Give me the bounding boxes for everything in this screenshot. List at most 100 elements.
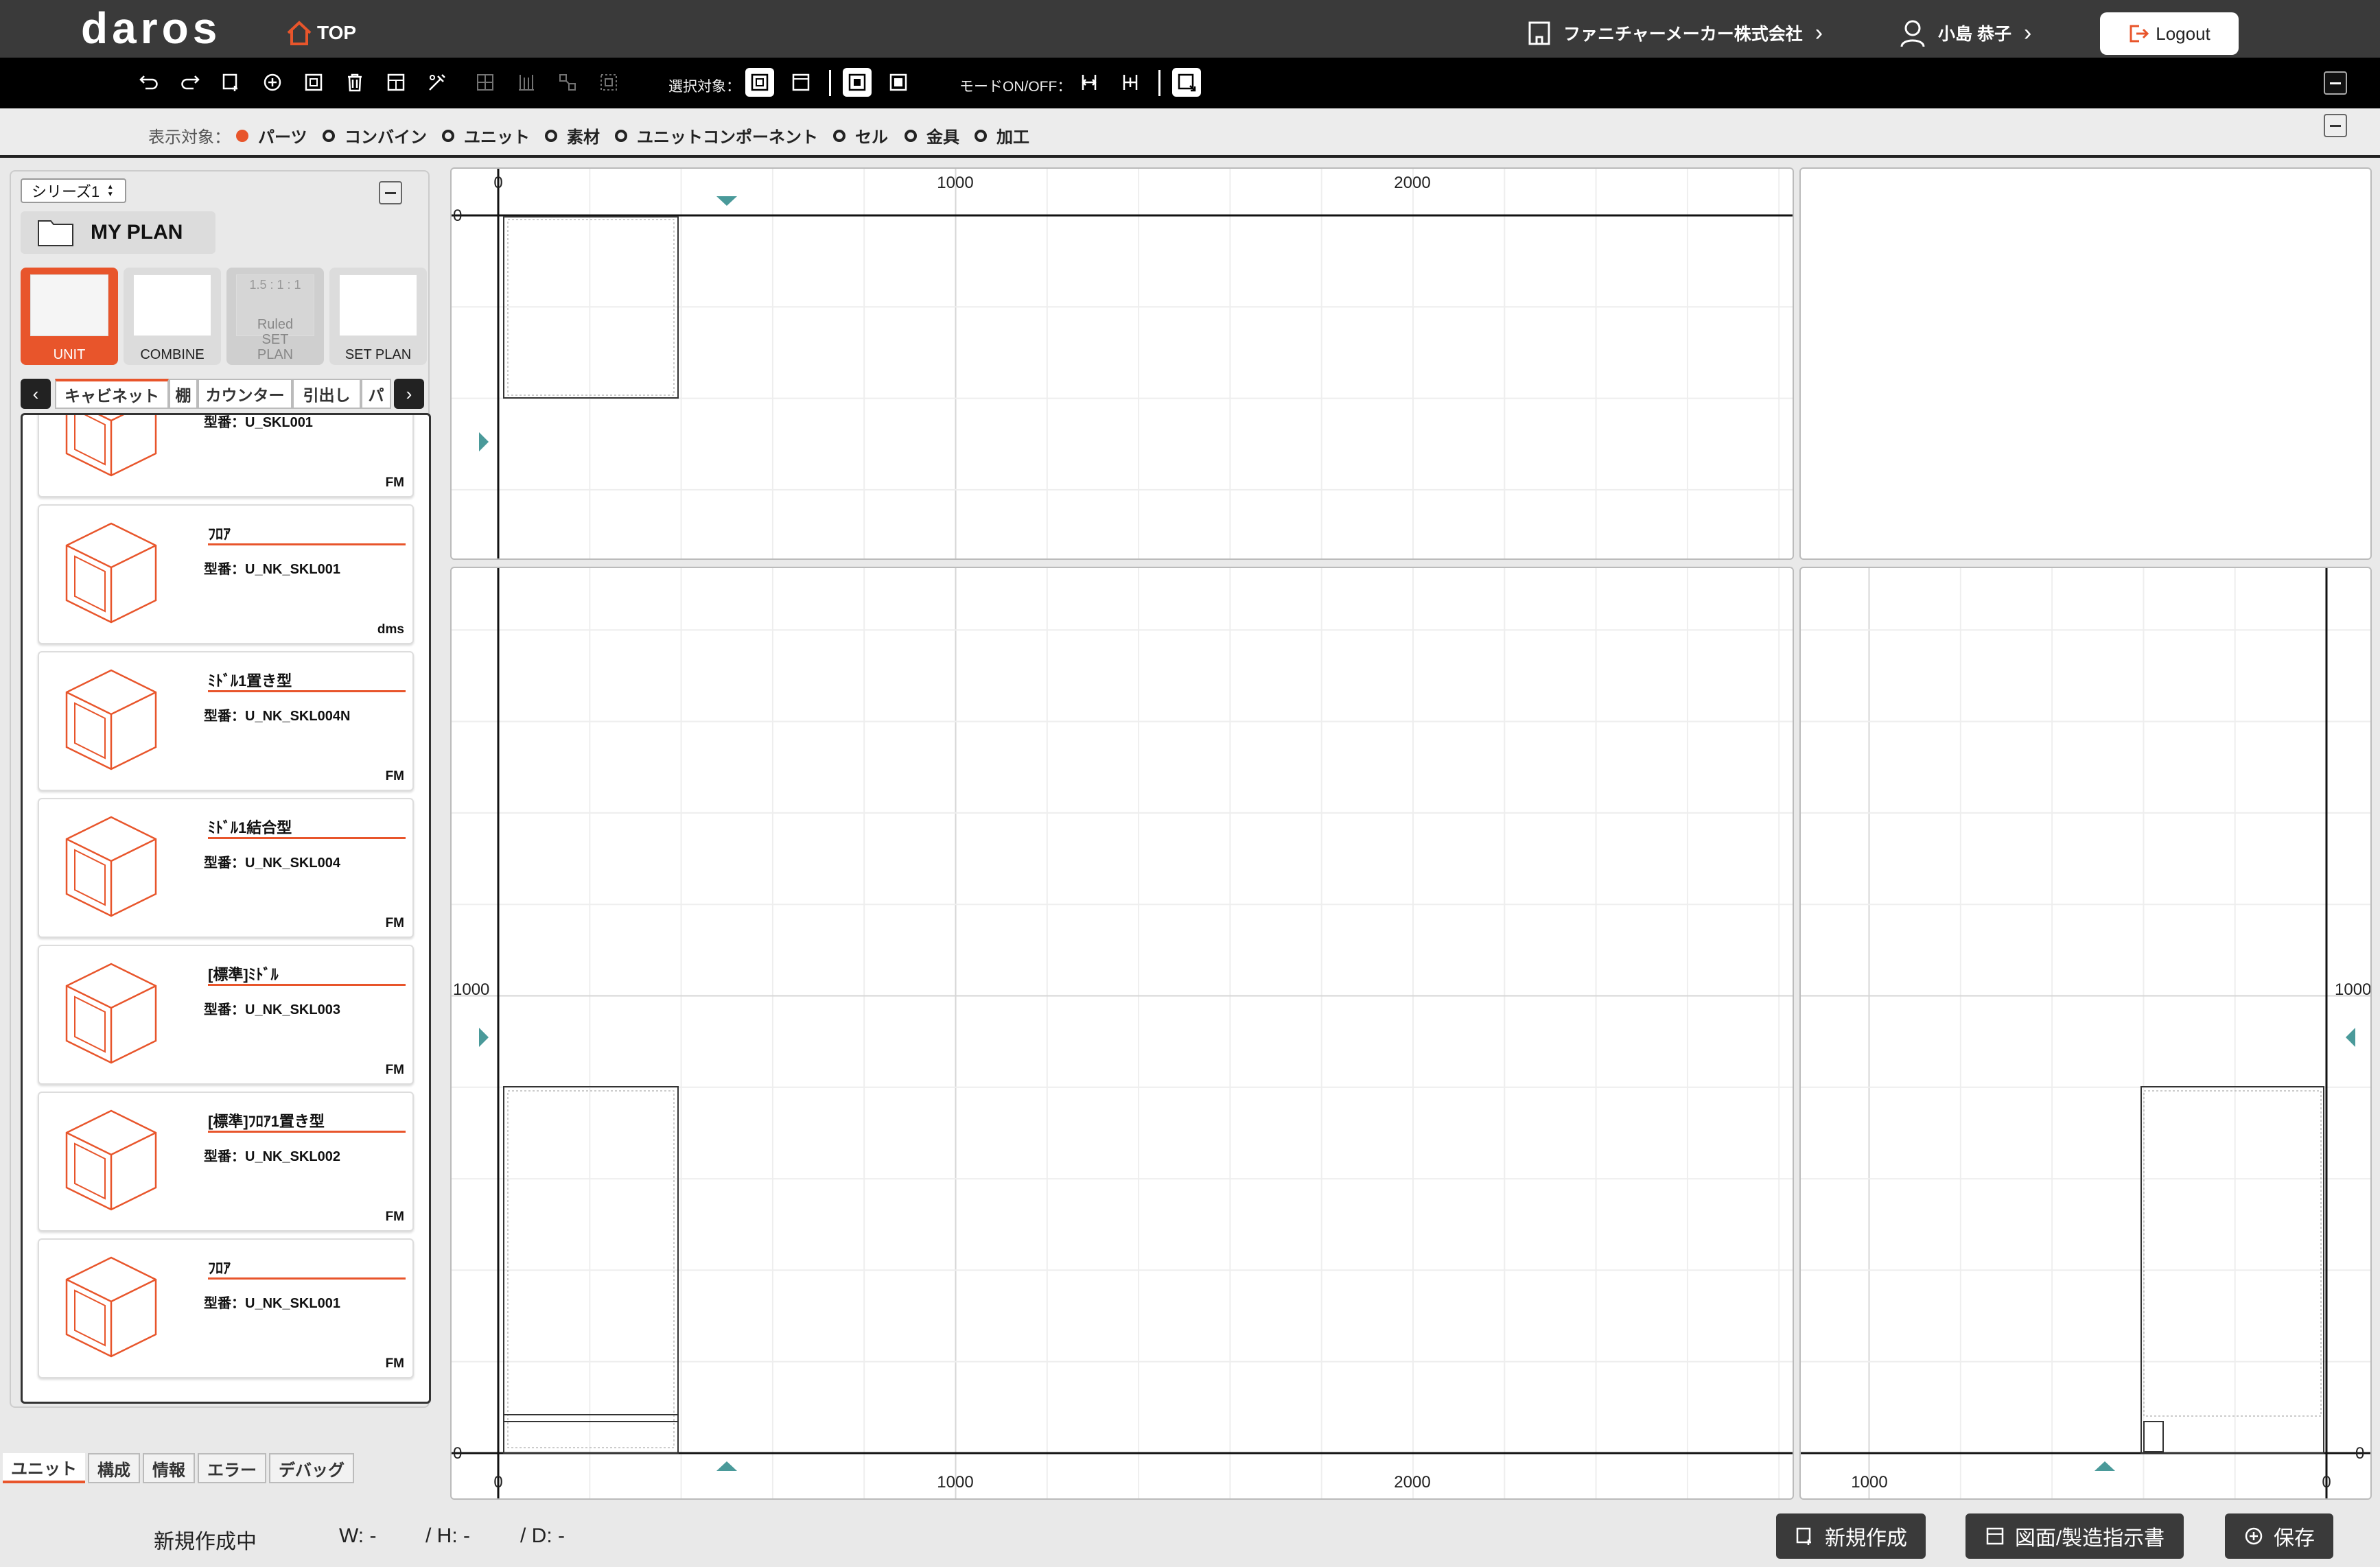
add-button[interactable] [258, 68, 287, 97]
group-button[interactable] [553, 68, 582, 97]
tab-cabinet[interactable]: キャビネット [55, 379, 169, 409]
unit-model: 型番：U_NK_SKL003 [204, 1002, 340, 1017]
filter-unit[interactable]: ユニット [442, 123, 530, 148]
tab-unit[interactable]: ユニット [3, 1453, 85, 1483]
drawing-button[interactable]: 図面/製造指示書 [1965, 1513, 2184, 1559]
save-button[interactable]: 保存 [2225, 1513, 2333, 1559]
category-combine[interactable]: COMBINE [124, 268, 221, 365]
category-set-plan[interactable]: SET PLAN [329, 268, 427, 365]
cube-icon [60, 1252, 163, 1365]
tab-drawer[interactable]: 引出し [292, 379, 361, 409]
unit-list[interactable]: 型番：U_SKL001 FM ﾌﾛｱ 型番：U_NK_SKL001 dms ﾐﾄﾞﾙ1置き… [21, 413, 431, 1404]
category-ruled-set-plan[interactable]: 1.5 : 1 : 1 Ruled SET PLAN [226, 268, 324, 365]
tab-scroll-left-button[interactable]: ‹ [21, 379, 51, 409]
height-mode-toggle[interactable] [1116, 68, 1145, 97]
tab-debug[interactable]: デバッグ [269, 1453, 354, 1483]
view-mode-a-button[interactable] [843, 68, 872, 97]
delete-button[interactable] [340, 68, 369, 97]
add-page-icon [222, 73, 237, 91]
front-view-panel[interactable]: 0 1000 2000 1000 0 [450, 567, 1794, 1500]
unit-card[interactable]: ﾐﾄﾞﾙ1結合型 型番：U_NK_SKL004 FM [38, 798, 414, 938]
unit-card[interactable]: [標準]ﾐﾄﾞﾙ 型番：U_NK_SKL003 FM [38, 945, 414, 1085]
drawing-icon [1986, 1527, 2004, 1545]
x-tick-label: 2000 [1394, 174, 1430, 192]
layout-button[interactable] [382, 68, 410, 97]
redo-button[interactable] [176, 68, 205, 97]
radio-icon [905, 129, 917, 142]
category-unit[interactable]: UNIT [21, 268, 118, 365]
company-selector[interactable]: ファニチャーメーカー株式会社 › [1528, 18, 1823, 48]
y-tick-label: 1000 [2335, 980, 2371, 999]
perspective-view-panel[interactable] [1799, 167, 2372, 560]
new-button[interactable]: 新規作成 [1776, 1513, 1926, 1559]
tab-structure[interactable]: 構成 [88, 1453, 140, 1483]
chevron-right-icon: › [1815, 19, 1823, 46]
tab-error[interactable]: エラー [198, 1453, 266, 1483]
plus-circle-icon [264, 73, 281, 91]
logout-button[interactable]: Logout [2100, 12, 2239, 55]
radio-icon [236, 129, 248, 142]
front-view-canvas[interactable]: 0 1000 2000 1000 0 [452, 568, 1794, 1500]
series-select[interactable]: シリーズ1 [21, 178, 126, 203]
unit-card[interactable]: ﾌﾛｱ 型番：U_NK_SKL001 dms [38, 504, 414, 644]
width-readout: W: - [339, 1524, 377, 1547]
filter-unit-component[interactable]: ユニットコンポーネント [615, 123, 818, 148]
ungroup-icon [600, 74, 617, 91]
select-unit-button[interactable] [786, 68, 815, 97]
x-tick-label: 0 [2322, 1473, 2331, 1492]
filter-combine[interactable]: コンバイン [323, 123, 427, 148]
mode-label: モードON/OFF： [959, 79, 1072, 95]
tab-parts[interactable]: パ [361, 379, 391, 409]
unit-card[interactable]: [標準]ﾌﾛｱ1置き型 型番：U_NK_SKL002 FM [38, 1092, 414, 1232]
edit-tool-button[interactable] [423, 68, 452, 97]
distribute-button[interactable] [512, 68, 541, 97]
side-view-canvas[interactable]: 1000 0 1000 0 [1801, 568, 2372, 1500]
new-document-icon [1796, 1527, 1811, 1545]
unit-maker: FM [385, 916, 404, 930]
save-button-label: 保存 [2274, 1527, 2315, 1550]
top-link[interactable]: TOP [285, 19, 356, 47]
filter-processing[interactable]: 加工 [975, 123, 1029, 148]
radio-icon [615, 129, 627, 142]
unit-card[interactable]: 型番：U_SKL001 FM [38, 415, 414, 497]
y-position-marker [479, 1028, 489, 1047]
filter-label: 表示対象： [148, 128, 231, 147]
undo-button[interactable] [135, 68, 163, 97]
building-icon [1528, 21, 1550, 45]
view-mode-b-button[interactable] [884, 68, 913, 97]
toolbar: 選択対象： モードON/OFF： [0, 58, 2380, 108]
select-part-button[interactable] [745, 68, 774, 97]
y-tick-label: 1000 [453, 980, 489, 999]
filter-material[interactable]: 素材 [545, 123, 600, 148]
my-plan-button[interactable]: MY PLAN [21, 211, 215, 254]
ungroup-button[interactable] [594, 68, 623, 97]
tab-info[interactable]: 情報 [143, 1453, 195, 1483]
unit-card[interactable]: ﾌﾛｱ 型番：U_NK_SKL001 FM [38, 1238, 414, 1378]
unit-name: ﾐﾄﾞﾙ1置き型 [208, 669, 406, 692]
radio-icon [545, 129, 557, 142]
filter-cell[interactable]: セル [833, 123, 888, 148]
frame-button[interactable] [299, 68, 328, 97]
unit-card[interactable]: ﾐﾄﾞﾙ1置き型 型番：U_NK_SKL004N FM [38, 651, 414, 791]
top-view-canvas[interactable]: 0 1000 2000 0 [452, 169, 1794, 560]
new-button-label: 新規作成 [1825, 1527, 1907, 1550]
tab-scroll-right-button[interactable]: › [394, 379, 424, 409]
collapse-filter-button[interactable] [2324, 114, 2347, 137]
category-label: UNIT [53, 347, 86, 362]
tab-shelf[interactable]: 棚 [169, 379, 198, 409]
collapse-panel-button[interactable] [379, 181, 402, 204]
dimension-icon [1123, 75, 1138, 90]
unit-model: 型番：U_NK_SKL004N [204, 709, 351, 724]
tab-counter[interactable]: カウンター [198, 379, 292, 409]
collapse-toolbar-button[interactable] [2324, 71, 2347, 95]
new-part-button[interactable] [217, 68, 246, 97]
top-view-panel[interactable]: 0 1000 2000 0 [450, 167, 1794, 560]
align-button[interactable] [471, 68, 500, 97]
width-mode-toggle[interactable] [1075, 68, 1104, 97]
unit-inner-outline [2143, 1090, 2322, 1417]
user-menu[interactable]: 小島 恭子 › [1900, 18, 2031, 48]
filter-hardware[interactable]: 金具 [905, 123, 959, 148]
side-view-panel[interactable]: 1000 0 1000 0 [1799, 567, 2372, 1500]
export-button[interactable] [1172, 68, 1201, 97]
filter-parts[interactable]: パーツ [236, 123, 307, 148]
